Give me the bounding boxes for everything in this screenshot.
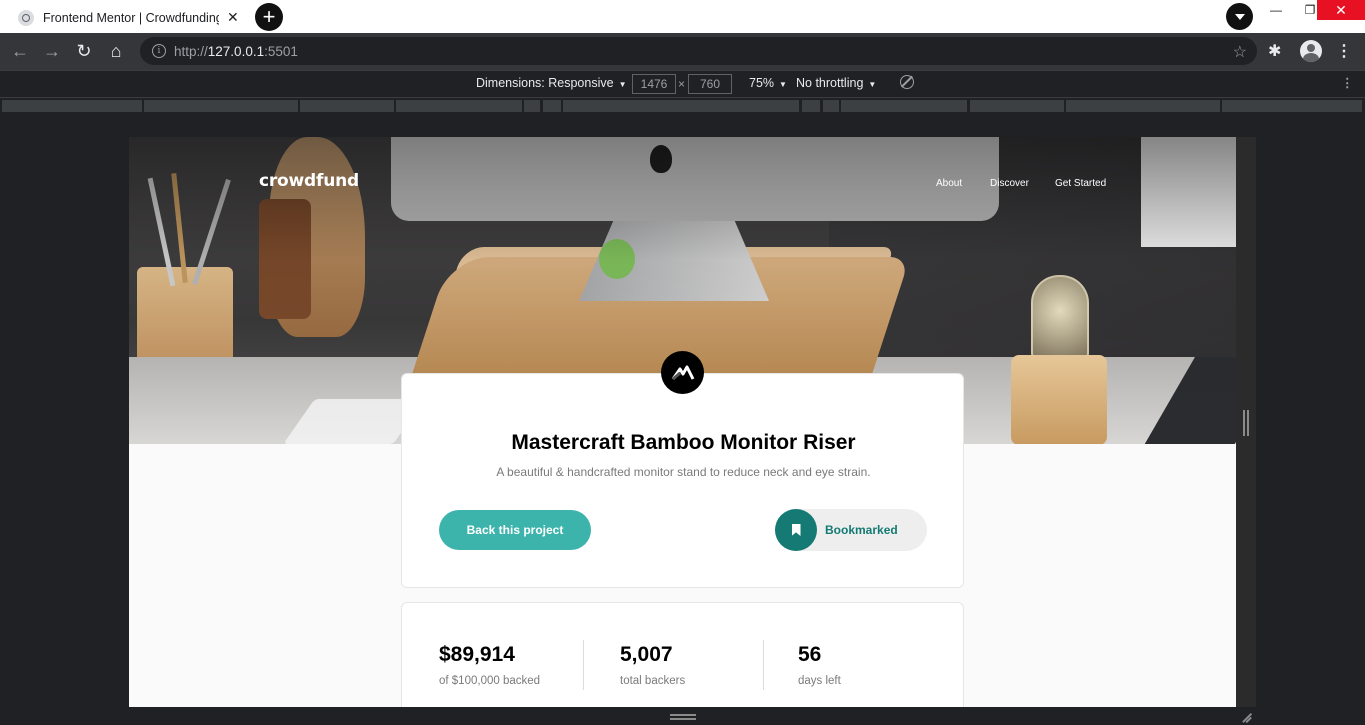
- extensions-icon[interactable]: ✱: [1268, 41, 1281, 61]
- throttling-select[interactable]: No throttling ▼: [796, 76, 876, 90]
- back-icon[interactable]: ←: [4, 36, 36, 68]
- width-input[interactable]: 1476: [632, 74, 676, 94]
- site-logo[interactable]: crowdfund: [259, 171, 359, 191]
- resize-handle-corner[interactable]: [1239, 711, 1253, 725]
- media-query-segment[interactable]: [396, 100, 522, 112]
- tab-strip: Frontend Mentor | Crowdfunding ✕ + — ❐ ✕: [0, 0, 1365, 33]
- stats-card: $89,914 of $100,000 backed 5,007 total b…: [401, 602, 964, 707]
- media-query-segment[interactable]: [841, 100, 967, 112]
- stat-value: $89,914: [439, 643, 515, 666]
- home-icon[interactable]: ⌂: [100, 36, 132, 68]
- new-tab-button[interactable]: +: [255, 3, 283, 31]
- url-host: 127.0.0.1: [207, 43, 265, 59]
- media-query-segment[interactable]: [1066, 100, 1220, 112]
- project-description: A beautiful & handcrafted monitor stand …: [496, 465, 871, 479]
- stat-divider: [583, 640, 584, 690]
- media-query-segment[interactable]: [524, 100, 540, 112]
- close-tab-icon[interactable]: ✕: [227, 9, 239, 26]
- stat-label: of $100,000 backed: [439, 675, 541, 687]
- forward-icon[interactable]: →: [36, 36, 68, 68]
- close-window-button[interactable]: ✕: [1317, 0, 1365, 20]
- media-query-segment[interactable]: [2, 100, 142, 112]
- url-scheme: http://: [174, 43, 208, 59]
- media-query-segment[interactable]: [823, 100, 839, 112]
- project-card: Mastercraft Bamboo Monitor Riser A beaut…: [401, 373, 964, 588]
- media-query-segment[interactable]: [300, 100, 394, 112]
- back-project-button[interactable]: Back this project: [439, 510, 591, 550]
- media-query-segment[interactable]: [144, 100, 298, 112]
- media-query-segment[interactable]: [563, 100, 799, 112]
- stat-value: 5,007: [620, 643, 673, 666]
- dimensions-select[interactable]: Dimensions: Responsive ▼: [476, 76, 626, 90]
- stat-backed: $89,914 of $100,000 backed: [439, 643, 540, 687]
- browser-menu-icon[interactable]: ⋮: [1336, 41, 1352, 61]
- resize-handle-bottom[interactable]: [670, 714, 696, 720]
- media-query-segment[interactable]: [543, 100, 561, 112]
- device-toolbar: Dimensions: Responsive ▼ 1476 × 760 75% ▼ …: [0, 70, 1365, 97]
- stat-label: days left: [798, 675, 841, 687]
- media-control-icon[interactable]: [1226, 3, 1253, 30]
- address-bar[interactable]: i http://127.0.0.1:5501 ☆: [140, 37, 1257, 65]
- times-sign: ×: [678, 77, 686, 91]
- browser-toolbar: ← → ↻ ⌂ i http://127.0.0.1:5501 ☆ ✱ ⋮: [0, 33, 1365, 70]
- project-title: Mastercraft Bamboo Monitor Riser: [511, 431, 856, 454]
- nav-link-about[interactable]: About: [936, 178, 962, 189]
- media-query-segment[interactable]: [970, 100, 1064, 112]
- nav-link-discover[interactable]: Discover: [990, 178, 1029, 189]
- favicon-icon: [18, 9, 34, 26]
- tab-title: Frontend Mentor | Crowdfunding: [43, 10, 219, 25]
- site-info-icon[interactable]: i: [152, 44, 166, 58]
- stat-divider: [763, 640, 764, 690]
- page-viewport: crowdfund About Discover Get Started Mas…: [129, 137, 1236, 707]
- bookmark-label: Bookmarked: [825, 523, 898, 537]
- stat-label: total backers: [620, 675, 686, 687]
- stat-value: 56: [798, 643, 822, 666]
- url-port: :5501: [264, 43, 298, 59]
- resize-handle-right[interactable]: [1243, 410, 1249, 436]
- zoom-select[interactable]: 75% ▼: [749, 76, 787, 90]
- media-query-segment[interactable]: [1222, 100, 1362, 112]
- bookmark-icon: [775, 509, 817, 551]
- media-query-bar: [0, 97, 1365, 115]
- rotate-icon[interactable]: [900, 75, 914, 89]
- device-options-icon[interactable]: ⋮: [1341, 75, 1354, 90]
- media-query-segment[interactable]: [802, 100, 820, 112]
- reload-icon[interactable]: ↻: [68, 36, 100, 68]
- stat-days-left: 56 days left: [798, 643, 841, 687]
- nav-link-get-started[interactable]: Get Started: [1055, 178, 1106, 189]
- stat-backers: 5,007 total backers: [620, 643, 685, 687]
- height-input[interactable]: 760: [688, 74, 732, 94]
- mastercraft-logo-icon: [661, 351, 704, 394]
- bookmark-button[interactable]: Bookmarked: [775, 509, 927, 551]
- browser-tab[interactable]: Frontend Mentor | Crowdfunding ✕: [8, 2, 249, 33]
- profile-avatar[interactable]: [1300, 40, 1322, 62]
- bookmark-star-icon[interactable]: ☆: [1233, 42, 1247, 62]
